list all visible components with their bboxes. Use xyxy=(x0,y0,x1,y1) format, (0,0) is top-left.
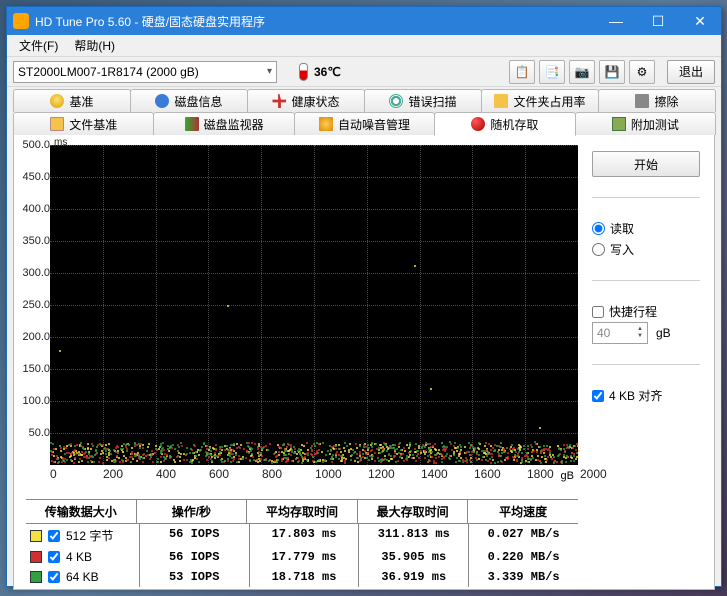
tab-folder-usage[interactable]: 文件夹占用率 xyxy=(481,89,599,112)
align-group: 4 KB 对齐 xyxy=(592,385,700,406)
menu-file[interactable]: 文件(F) xyxy=(11,35,66,56)
radio-write-input[interactable] xyxy=(592,243,605,256)
tab-error-scan[interactable]: 错误扫描 xyxy=(364,89,482,112)
row-label: 4 KB xyxy=(66,550,92,564)
chart: gB xyxy=(50,145,578,465)
col-header: 传输数据大小 xyxy=(26,500,136,523)
color-swatch xyxy=(30,530,42,542)
menubar: 文件(F) 帮助(H) xyxy=(7,35,721,57)
chart-pane: ms 50.0100.0150.0200.0250.0300.0350.0400… xyxy=(14,135,582,589)
row-checkbox[interactable] xyxy=(48,571,60,583)
row-checkbox[interactable] xyxy=(48,551,60,563)
short-stroke-group: 快捷行程 40 ▲▼ gB xyxy=(592,301,700,344)
tabs-row-2: 文件基准 磁盘监视器 自动噪音管理 随机存取 附加测试 xyxy=(13,112,715,135)
menu-help[interactable]: 帮助(H) xyxy=(66,35,123,56)
stroke-spinner[interactable]: 40 ▲▼ xyxy=(592,322,648,344)
tabs-row-1: 基准 磁盘信息 健康状态 错误扫描 文件夹占用率 擦除 xyxy=(13,89,715,112)
info-icon xyxy=(155,94,169,108)
x-axis-labels: 0200400600800100012001400160018002000 xyxy=(50,467,580,481)
drive-select[interactable]: ST2000LM007-1R8174 (2000 gB) ▾ xyxy=(13,61,277,83)
mode-group: 读取 写入 xyxy=(592,218,700,260)
checkbox-short-stroke[interactable]: 快捷行程 xyxy=(592,301,700,322)
tab-disk-monitor[interactable]: 磁盘监视器 xyxy=(153,112,294,135)
file-icon xyxy=(50,117,64,131)
separator xyxy=(592,197,700,198)
random-icon xyxy=(471,117,485,131)
results-table: 传输数据大小操作/秒平均存取时间最大存取时间平均速度 512 字节56 IOPS… xyxy=(26,499,578,587)
extra-icon xyxy=(612,117,626,131)
col-header: 平均速度 xyxy=(467,500,578,523)
copy-info-button[interactable]: 📋 xyxy=(509,60,535,84)
row-checkbox[interactable] xyxy=(48,530,60,542)
table-row: 512 字节56 IOPS17.803 ms311.813 ms0.027 MB… xyxy=(26,524,578,547)
temperature-value: 36℃ xyxy=(314,65,341,79)
chart-scatter xyxy=(50,145,578,465)
magnifier-icon xyxy=(389,94,403,108)
tab-file-benchmark[interactable]: 文件基准 xyxy=(13,112,154,135)
toolbar: ST2000LM007-1R8174 (2000 gB) ▾ 36℃ 📋 📑 📷… xyxy=(7,57,721,87)
options-button[interactable]: ⚙ xyxy=(629,60,655,84)
trash-icon xyxy=(635,94,649,108)
table-header: 传输数据大小操作/秒平均存取时间最大存取时间平均速度 xyxy=(26,499,578,524)
tab-area: 基准 磁盘信息 健康状态 错误扫描 文件夹占用率 擦除 文件基准 磁盘监视器 自… xyxy=(7,87,721,590)
monitor-icon xyxy=(185,117,199,131)
folder-icon xyxy=(494,94,508,108)
save-button[interactable]: 💾 xyxy=(599,60,625,84)
app-icon xyxy=(13,13,29,29)
radio-read[interactable]: 读取 xyxy=(592,218,700,239)
color-swatch xyxy=(30,571,42,583)
stroke-unit: gB xyxy=(656,326,671,340)
titlebar: HD Tune Pro 5.60 - 硬盘/固态硬盘实用程序 — ☐ ✕ xyxy=(7,7,721,35)
window-title: HD Tune Pro 5.60 - 硬盘/固态硬盘实用程序 xyxy=(35,13,595,30)
chevron-down-icon: ▾ xyxy=(267,66,272,77)
stroke-value-row: 40 ▲▼ gB xyxy=(592,322,700,344)
tab-health[interactable]: 健康状态 xyxy=(247,89,365,112)
y-axis-labels: 50.0100.0150.0200.0250.0300.0350.0400.04… xyxy=(20,145,50,465)
close-button[interactable]: ✕ xyxy=(679,7,721,35)
bulb-icon xyxy=(50,94,64,108)
drive-select-value: ST2000LM007-1R8174 (2000 gB) xyxy=(18,65,199,79)
tab-disk-info[interactable]: 磁盘信息 xyxy=(130,89,248,112)
checkbox-4kb-align[interactable]: 4 KB 对齐 xyxy=(592,385,700,406)
temperature: 36℃ xyxy=(299,63,341,81)
table-body: 512 字节56 IOPS17.803 ms311.813 ms0.027 MB… xyxy=(26,524,578,587)
exit-button[interactable]: 退出 xyxy=(667,60,715,84)
copy-screenshot-button[interactable]: 📑 xyxy=(539,60,565,84)
side-pane: 开始 读取 写入 快捷行程 40 ▲▼ gB xyxy=(582,135,714,589)
separator xyxy=(592,364,700,365)
radio-write[interactable]: 写入 xyxy=(592,239,700,260)
health-icon xyxy=(272,94,286,108)
tab-extra-tests[interactable]: 附加测试 xyxy=(575,112,716,135)
row-label: 64 KB xyxy=(66,570,99,584)
app-window: HD Tune Pro 5.60 - 硬盘/固态硬盘实用程序 — ☐ ✕ 文件(… xyxy=(6,6,722,587)
color-swatch xyxy=(30,551,42,563)
spinner-arrows[interactable]: ▲▼ xyxy=(637,326,643,340)
table-row: 4 KB56 IOPS17.779 ms35.905 ms0.220 MB/s xyxy=(26,547,578,567)
checkbox-4kb-align-input[interactable] xyxy=(592,390,604,402)
col-header: 最大存取时间 xyxy=(357,500,468,523)
row-label: 512 字节 xyxy=(66,527,113,544)
table-row: 64 KB53 IOPS18.718 ms36.919 ms3.339 MB/s xyxy=(26,567,578,587)
col-header: 平均存取时间 xyxy=(246,500,357,523)
col-header: 操作/秒 xyxy=(136,500,247,523)
tab-random-access[interactable]: 随机存取 xyxy=(434,112,575,136)
separator xyxy=(592,280,700,281)
minimize-button[interactable]: — xyxy=(595,7,637,35)
tab-erase[interactable]: 擦除 xyxy=(598,89,716,112)
tab-content: ms 50.0100.0150.0200.0250.0300.0350.0400… xyxy=(13,134,715,590)
tab-benchmark[interactable]: 基准 xyxy=(13,89,131,112)
radio-read-input[interactable] xyxy=(592,222,605,235)
start-button[interactable]: 开始 xyxy=(592,151,700,177)
screenshot-button[interactable]: 📷 xyxy=(569,60,595,84)
speaker-icon xyxy=(319,117,333,131)
window-buttons: — ☐ ✕ xyxy=(595,7,721,35)
tab-aam[interactable]: 自动噪音管理 xyxy=(294,112,435,135)
maximize-button[interactable]: ☐ xyxy=(637,7,679,35)
checkbox-short-stroke-input[interactable] xyxy=(592,306,604,318)
thermometer-icon xyxy=(299,63,308,81)
x-unit: gB xyxy=(561,470,574,482)
